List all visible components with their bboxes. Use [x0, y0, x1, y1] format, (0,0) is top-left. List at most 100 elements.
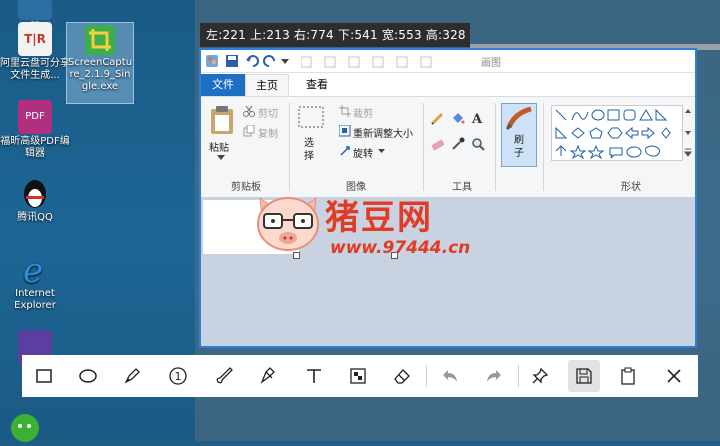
ellipse-tool[interactable] [72, 360, 104, 392]
pin-button[interactable] [524, 360, 556, 392]
crop-icon [339, 105, 351, 117]
ribbon-tabs: 文件 主页 查看 [201, 74, 695, 96]
wechat-icon[interactable] [8, 408, 42, 442]
rectangle-tool[interactable] [28, 360, 60, 392]
desktop-icon-label: 阿里云盘可分享文件生成... [0, 58, 70, 81]
redo-arrow-icon [487, 370, 501, 382]
text-t-icon [307, 369, 321, 383]
rectangle-icon [36, 369, 52, 383]
eraser-icon [394, 369, 410, 384]
svg-text:1: 1 [175, 370, 182, 383]
ribbon: 粘贴 剪切 复制 剪贴板 选择 裁剪 重新调整大小 旋转 图像 A 工具 刷子 … [201, 96, 695, 198]
redo-button[interactable] [478, 360, 510, 392]
desktop-icon-label: Internet Explorer [14, 288, 56, 311]
qq-penguin-icon [18, 176, 52, 210]
svg-text:A: A [471, 112, 483, 125]
shapes-scroll[interactable] [683, 105, 693, 161]
copy-button[interactable] [612, 360, 644, 392]
watermark-title: 猪豆网 [325, 198, 433, 238]
redo-icon[interactable] [263, 54, 277, 68]
magnifier-icon[interactable] [471, 137, 485, 151]
tab-file[interactable]: 文件 [201, 74, 245, 96]
paste-dropdown-icon[interactable] [217, 155, 225, 161]
save-button[interactable] [568, 360, 600, 392]
toolbar-separator [426, 365, 427, 387]
quick-access-dropdown-icon[interactable] [280, 56, 290, 66]
screencapture-icon [85, 25, 115, 55]
rotate-button[interactable]: 旋转 [353, 145, 373, 160]
toolbar-separator [518, 365, 519, 387]
ribbon-separator [543, 103, 544, 191]
clipboard-icon [621, 367, 635, 385]
shapes-grid-icon [555, 108, 671, 160]
desktop-icon-ie[interactable]: e Internet Explorer [0, 251, 70, 312]
paint-title-bar: 画图 [201, 50, 695, 73]
window-title: 画图 [481, 58, 501, 69]
pen-icon [124, 368, 140, 384]
select-icon[interactable] [297, 105, 325, 129]
group-label-tools: 工具 [452, 182, 472, 193]
mosaic-tool[interactable] [342, 360, 374, 392]
shapes-gallery[interactable] [551, 105, 683, 161]
desktop-icon-label: ScreenCapture_2.1.9_Single.exe [67, 57, 133, 92]
close-x-icon [667, 369, 681, 383]
select-button[interactable]: 选择 [304, 137, 318, 163]
rotate-dropdown-icon[interactable] [378, 149, 385, 154]
fill-bucket-icon[interactable] [451, 111, 465, 125]
save-floppy-icon [576, 368, 592, 384]
capture-toolbar: 1 [22, 355, 698, 397]
paste-button[interactable]: 粘贴 [209, 139, 229, 154]
color-picker-icon[interactable] [451, 137, 465, 151]
group-label-shapes: 形状 [621, 182, 641, 193]
pen-tool[interactable] [116, 360, 148, 392]
eraser-icon[interactable] [431, 137, 445, 151]
crop-button[interactable]: 裁剪 [353, 105, 373, 120]
brushes-button[interactable]: 刷子 [501, 103, 537, 167]
save-icon[interactable] [225, 54, 239, 68]
marker-icon [260, 367, 275, 384]
undo-arrow-icon [443, 370, 457, 382]
rotate-icon [340, 146, 350, 156]
brush-icon [216, 367, 233, 384]
text-tool[interactable] [298, 360, 330, 392]
desktop-icon-aliyun[interactable]: T|R 阿里云盘可分享文件生成... [0, 22, 70, 82]
paint-app-icon [206, 55, 218, 67]
copy-icon [243, 125, 255, 137]
undo-button[interactable] [434, 360, 466, 392]
cut-button[interactable]: 剪切 [258, 105, 278, 120]
desktop-icon-label: 腾讯QQ [17, 212, 53, 223]
title-ghost-icons [300, 54, 451, 68]
paste-icon[interactable] [209, 105, 235, 135]
capture-dimensions-label: 左:221 上:213 右:774 下:541 宽:553 高:328 [200, 23, 470, 47]
copy-button[interactable]: 复制 [258, 125, 278, 140]
text-icon[interactable]: A [471, 111, 485, 125]
foxit-icon: PDF [18, 100, 52, 134]
brush-tool[interactable] [208, 360, 240, 392]
ribbon-separator [289, 103, 290, 191]
resize-button[interactable]: 重新调整大小 [353, 125, 413, 140]
desktop-icon-foxit[interactable]: PDF 福昕高级PDF编辑器 [0, 100, 70, 160]
tools-grid: A [431, 111, 491, 161]
mosaic-icon [350, 368, 366, 384]
desktop-icon-qq[interactable]: 腾讯QQ [0, 176, 70, 224]
tab-home[interactable]: 主页 [245, 74, 289, 96]
marker-tool[interactable] [252, 360, 284, 392]
resize-icon [339, 125, 351, 137]
number-tool[interactable]: 1 [162, 360, 194, 392]
undo-icon[interactable] [245, 54, 259, 68]
numbered-circle-icon: 1 [169, 367, 187, 385]
desktop-icon-label: 福昕高级PDF编辑器 [0, 136, 70, 159]
aliyun-icon: T|R [18, 22, 52, 56]
internet-explorer-icon: e [18, 251, 52, 291]
eraser-tool[interactable] [386, 360, 418, 392]
close-button[interactable] [658, 360, 690, 392]
watermark-url: www.97444.cn [330, 238, 471, 258]
ribbon-separator [495, 103, 496, 191]
pig-logo-icon [257, 196, 319, 251]
ribbon-separator [423, 103, 424, 191]
tab-view[interactable]: 查看 [297, 74, 337, 96]
pin-icon [532, 367, 549, 384]
desktop-icon-screencapture[interactable]: ScreenCapture_2.1.9_Single.exe [66, 22, 134, 104]
pencil-icon[interactable] [431, 111, 445, 125]
ellipse-icon [79, 369, 97, 383]
